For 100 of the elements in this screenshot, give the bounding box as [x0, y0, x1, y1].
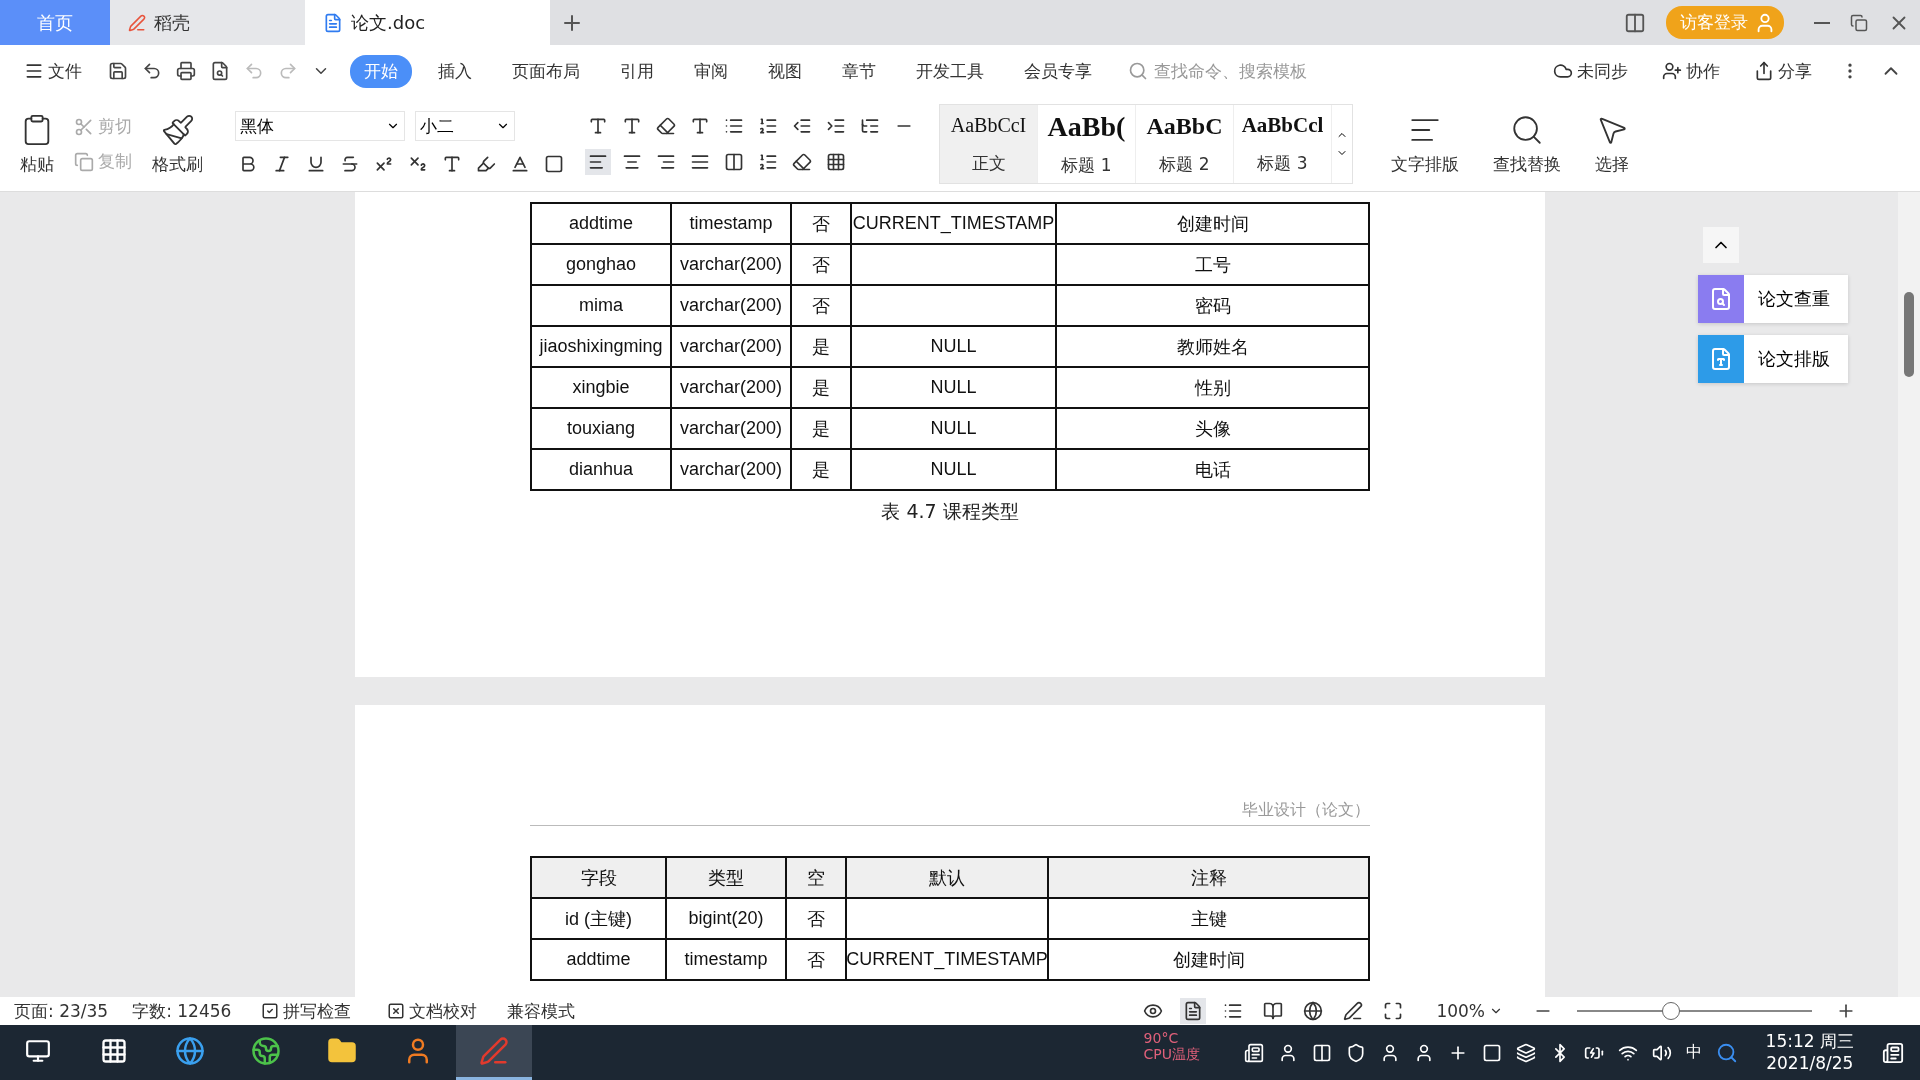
- scrollbar[interactable]: [1898, 192, 1920, 997]
- layout-icon: [1624, 11, 1646, 34]
- web-view-icon[interactable]: [1303, 1001, 1324, 1021]
- indent-icon[interactable]: [826, 116, 846, 136]
- table-cell: 否: [787, 899, 847, 940]
- table-cell: 教师姓名: [1057, 327, 1370, 368]
- cpu-temperature: 90°C: [1143, 1031, 1180, 1047]
- search-icon: [1128, 61, 1148, 81]
- table-cell: 是: [792, 409, 852, 450]
- menu-tab[interactable]: 章节: [828, 54, 890, 88]
- table-cell: gonghao: [532, 245, 672, 286]
- table-cell: 创建时间: [1057, 204, 1370, 245]
- table-header-cell: 空: [787, 858, 847, 899]
- title-tab[interactable]: 论文.doc: [305, 0, 550, 45]
- fullscreen-icon[interactable]: [1383, 1001, 1404, 1021]
- table-cell: addtime: [532, 204, 672, 245]
- underline-icon[interactable]: [306, 154, 326, 174]
- strikethrough-icon[interactable]: [340, 154, 360, 174]
- subscript-icon[interactable]: [408, 154, 428, 174]
- eye-icon[interactable]: [1143, 1001, 1164, 1021]
- search-icon[interactable]: [1715, 1041, 1738, 1064]
- compat-mode-label: 兼容模式: [507, 999, 576, 1023]
- save-icon[interactable]: [108, 61, 128, 81]
- table-cell: id (主键): [532, 899, 667, 940]
- table-cell: varchar(200): [672, 327, 792, 368]
- menu-tab[interactable]: 会员专享: [1010, 54, 1106, 88]
- format-painter-button[interactable]: 格式刷: [146, 110, 209, 178]
- page-header: 毕业设计（论文）: [530, 800, 1370, 826]
- table-cell: 否: [787, 940, 847, 981]
- font-color-icon[interactable]: [510, 154, 530, 174]
- menu-tab[interactable]: 开发工具: [902, 54, 998, 88]
- outdent-icon[interactable]: [792, 116, 812, 136]
- justify-icon[interactable]: [690, 152, 710, 172]
- volume-icon[interactable]: [1651, 1042, 1672, 1063]
- table-header-cell: 类型: [667, 858, 787, 899]
- font-name-field[interactable]: 黑体: [235, 111, 405, 141]
- preview-icon[interactable]: [210, 61, 230, 81]
- paste-button[interactable]: 粘贴: [14, 110, 60, 178]
- ribbon-tool-button[interactable]: 查找替换: [1487, 110, 1567, 178]
- table-cell: NULL: [852, 368, 1057, 409]
- align-left-icon[interactable]: [588, 152, 608, 172]
- table-cell: 密码: [1057, 286, 1370, 327]
- proofread-button[interactable]: 文档校对: [381, 998, 484, 1024]
- eraser-icon[interactable]: [656, 116, 676, 136]
- style-preset[interactable]: AaBbCcI 正文: [940, 105, 1038, 183]
- menu-icon: [24, 61, 44, 81]
- highlighter-icon[interactable]: [476, 154, 496, 174]
- table-cell: bigint(20): [667, 899, 787, 940]
- table-caption: 表 4.7 课程类型: [880, 499, 1020, 524]
- side-panel-button[interactable]: 论文排版: [1698, 335, 1848, 383]
- toolbar-action[interactable]: 协作: [1656, 58, 1726, 84]
- superscript-icon[interactable]: [374, 154, 394, 174]
- word-count: 字数: 12456: [132, 999, 232, 1023]
- table-cell: mima: [532, 286, 672, 327]
- app-logo-icon: [128, 13, 146, 32]
- print-icon[interactable]: [176, 61, 196, 81]
- border-icon[interactable]: [826, 152, 846, 172]
- checkbox-icon: [261, 1002, 280, 1020]
- ribbon-tool-button[interactable]: 选择: [1589, 110, 1635, 178]
- pen-icon[interactable]: [1343, 1001, 1364, 1021]
- toolbar-action[interactable]: 分享: [1748, 58, 1818, 84]
- menu-tab[interactable]: 页面布局: [498, 54, 594, 88]
- italic-icon[interactable]: [272, 154, 292, 174]
- zoom-dropdown[interactable]: 100%: [1430, 1000, 1509, 1022]
- bullet-list-icon[interactable]: [724, 116, 744, 136]
- page-view-icon[interactable]: [1183, 1001, 1204, 1021]
- add-user-icon: [1662, 61, 1682, 81]
- align-center-icon[interactable]: [622, 152, 642, 172]
- taskbar-clock[interactable]: 15:12 周三 2021/8/25: [1765, 1031, 1854, 1074]
- menu-tab[interactable]: 视图: [754, 54, 816, 88]
- table-cell: CURRENT_TIMESTAMP: [852, 204, 1057, 245]
- ribbon-tool-button[interactable]: 文字排版: [1385, 110, 1465, 178]
- menu-tab[interactable]: 引用: [606, 54, 668, 88]
- input-method-indicator[interactable]: 中: [1685, 1042, 1702, 1063]
- file-menu[interactable]: 文件: [18, 58, 88, 84]
- title-tab[interactable]: 稻壳: [110, 0, 305, 45]
- table-cell: addtime: [532, 940, 667, 981]
- table-cell: 否: [792, 286, 852, 327]
- numbered-list-icon[interactable]: [758, 116, 778, 136]
- toolbar-action[interactable]: 未同步: [1547, 58, 1634, 84]
- font-size-field[interactable]: 小二: [415, 111, 515, 141]
- outline-icon[interactable]: [1223, 1001, 1244, 1021]
- document-check-icon: [1709, 287, 1733, 311]
- slider-thumb[interactable]: [1662, 1002, 1680, 1020]
- character-border-icon[interactable]: [544, 154, 564, 174]
- spell-check-button[interactable]: 拼写检查: [255, 998, 358, 1024]
- text-effect-icon[interactable]: [442, 154, 462, 174]
- page-count: 页面: 23/35: [14, 999, 109, 1023]
- reading-icon[interactable]: [1263, 1001, 1284, 1021]
- menu-tab[interactable]: 插入: [424, 54, 486, 88]
- table-cell: timestamp: [667, 940, 787, 981]
- undo-icon[interactable]: [142, 61, 162, 81]
- app-icon[interactable]: [1481, 1042, 1502, 1063]
- side-panel-button[interactable]: 论文查重: [1698, 275, 1848, 323]
- align-right-icon[interactable]: [656, 152, 676, 172]
- menu-tab[interactable]: 审阅: [680, 54, 742, 88]
- table-cell: varchar(200): [672, 450, 792, 491]
- table-cell: 主键: [1049, 899, 1370, 940]
- cpu-label: CPU温度: [1143, 1046, 1201, 1063]
- notifications-icon[interactable]: [1882, 1041, 1904, 1064]
